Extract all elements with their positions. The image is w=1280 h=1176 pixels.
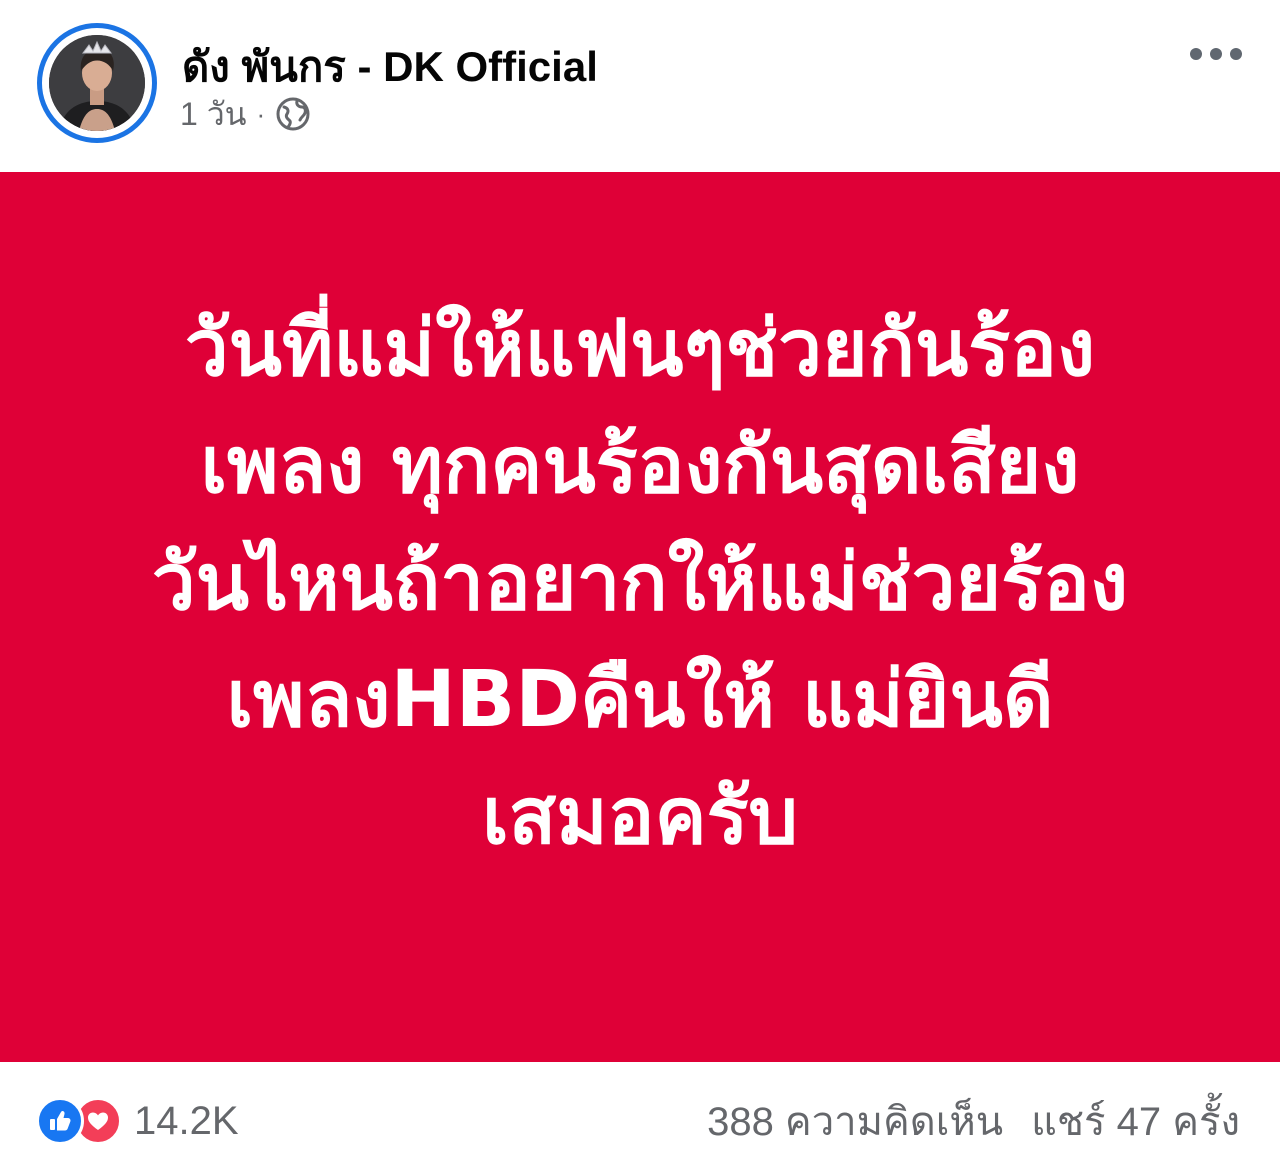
post-line: เสมอครับ (481, 771, 799, 862)
author-avatar[interactable] (37, 23, 157, 143)
avatar-photo (49, 35, 145, 131)
more-horizontal-icon (1190, 48, 1242, 60)
globe-icon[interactable] (275, 96, 311, 132)
text-post-card[interactable]: วันที่แม่ให้แฟนๆช่วยกันร้อง เพลง ทุกคนร้… (0, 172, 1280, 1062)
facebook-post: ดัง พันกร - DK Official 1 วัน · วันที่แม… (0, 0, 1280, 1176)
post-line: เพลง ทุกคนร้องกันสุดเสียง (200, 420, 1080, 511)
like-icon (36, 1097, 84, 1145)
post-message: วันที่แม่ให้แฟนๆช่วยกันร้อง เพลง ทุกคนร้… (70, 291, 1210, 876)
comments-count-link[interactable]: 388 ความคิดเห็น (707, 1089, 1003, 1153)
post-line: วันไหนถ้าอยากให้แม่ช่วยร้อง (151, 537, 1129, 628)
avatar-portrait-icon (49, 35, 145, 131)
reaction-count: 14.2K (134, 1098, 239, 1143)
post-time[interactable]: 1 วัน (180, 89, 247, 140)
post-meta: 1 วัน · (180, 92, 311, 136)
more-options-button[interactable] (1184, 30, 1248, 78)
reactions-summary[interactable]: 14.2K (36, 1096, 239, 1146)
meta-separator: · (256, 98, 266, 129)
post-line: เพลงHBDคืนให้ แม่ยินดี (226, 654, 1054, 745)
shares-count-link[interactable]: แชร์ 47 ครั้ง (1031, 1089, 1240, 1153)
post-header: ดัง พันกร - DK Official 1 วัน · (0, 0, 1280, 172)
post-line: วันที่แม่ให้แฟนๆช่วยกันร้อง (184, 303, 1096, 394)
post-stats: 388 ความคิดเห็น แชร์ 47 ครั้ง (707, 1096, 1240, 1146)
post-footer: 14.2K 388 ความคิดเห็น แชร์ 47 ครั้ง (0, 1062, 1280, 1176)
